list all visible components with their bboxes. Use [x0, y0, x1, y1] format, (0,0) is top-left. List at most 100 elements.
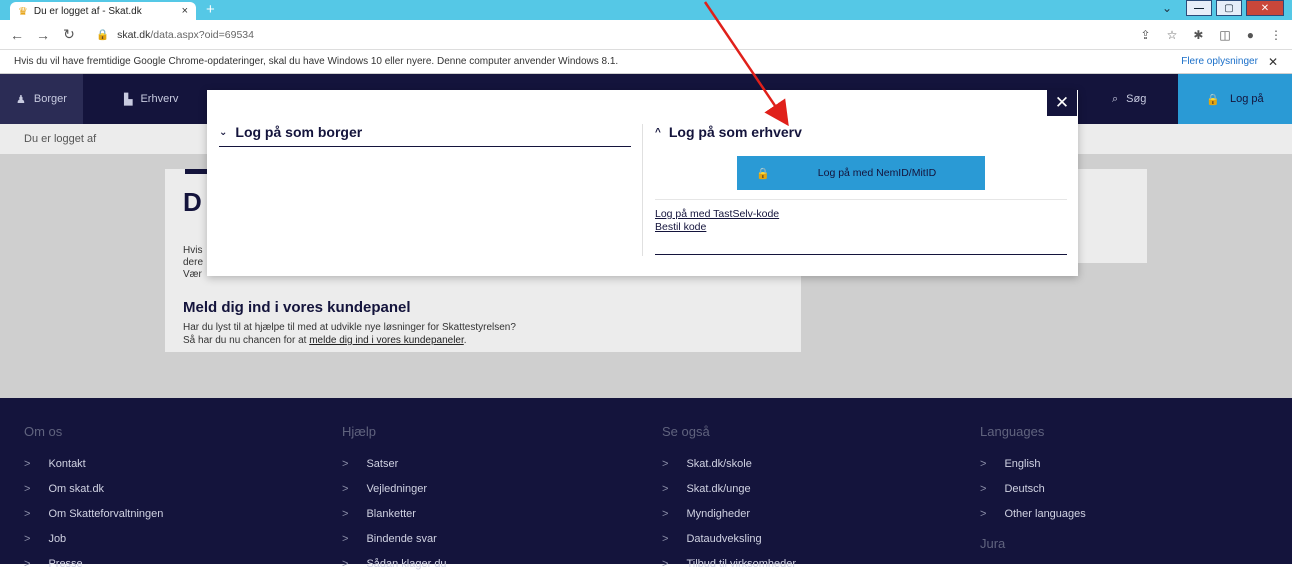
tab-search-chevron-icon[interactable]: ⌄ — [1162, 1, 1172, 15]
minimize-button[interactable]: — — [1186, 0, 1212, 16]
borger-title: Log på som borger — [235, 124, 363, 140]
tab-close-button[interactable]: × — [182, 5, 188, 17]
footer-link[interactable]: > Myndigheder — [662, 501, 796, 526]
footer-link[interactable]: > Satser — [342, 451, 447, 476]
back-icon[interactable]: ← — [10, 27, 24, 43]
footer-link[interactable]: > Kontakt — [24, 451, 163, 476]
browser-tab-bar: ♛ Du er logget af - Skat.dk × + ⌄ — ▢ ✕ — [0, 0, 1292, 20]
footer-link-label: Other languages — [1004, 507, 1086, 520]
maximize-button[interactable]: ▢ — [1216, 0, 1242, 16]
footer-link[interactable]: > Dataudveksling — [662, 526, 796, 551]
chevron-right-icon: > — [980, 457, 987, 470]
padlock-icon: 🔒 — [756, 167, 770, 180]
footer-link[interactable]: > Deutsch — [980, 476, 1086, 501]
share-icon[interactable]: ⇪ — [1141, 28, 1151, 42]
nav-login-button[interactable]: 🔒 Log på — [1178, 74, 1292, 124]
footer-link[interactable]: > Bindende svar — [342, 526, 447, 551]
new-tab-button[interactable]: + — [206, 2, 215, 18]
card-text-line: Hvis — [183, 245, 203, 256]
panel-signup-link[interactable]: melde dig ind i vores kundepaneler — [309, 335, 464, 346]
browser-tab[interactable]: ♛ Du er logget af - Skat.dk × — [10, 2, 196, 20]
skat-crown-icon: ♛ — [18, 5, 28, 18]
extensions-icon[interactable]: ✱ — [1193, 28, 1203, 42]
login-modal: ✕ ⌄ Log på som borger ^ Log på som erhve… — [207, 90, 1078, 276]
nav-erhverv[interactable]: ▙ Erhverv — [124, 74, 178, 124]
footer-link-label: Dataudveksling — [686, 532, 762, 545]
borger-section: ⌄ Log på som borger — [219, 124, 631, 147]
erhverv-links: Log på med TastSelv-kode Bestil kode — [655, 208, 779, 234]
footer-link-label: Myndigheder — [686, 507, 751, 520]
chevron-right-icon: > — [342, 482, 349, 495]
chevron-right-icon: > — [24, 482, 31, 495]
padlock-icon: 🔒 — [1206, 93, 1221, 106]
bookmark-star-icon[interactable]: ☆ — [1167, 28, 1178, 42]
nav-search[interactable]: ⌕ Søg — [1112, 74, 1146, 124]
card-heading: D — [183, 187, 202, 217]
footer-link[interactable]: > English — [980, 451, 1086, 476]
chrome-update-infobar: Hvis du vil have fremtidige Google Chrom… — [0, 50, 1292, 74]
footer-link-label: Blanketter — [366, 507, 416, 520]
chevron-right-icon: > — [342, 457, 349, 470]
nav-borger[interactable]: ♟ Borger — [0, 74, 83, 124]
person-icon: ♟ — [16, 93, 26, 106]
panel-text-suffix: . — [463, 335, 467, 346]
modal-divider — [642, 124, 643, 256]
erhverv-accordion-header[interactable]: ^ Log på som erhverv — [655, 124, 1067, 146]
footer-link-label: Job — [48, 532, 67, 545]
footer-link-label: Bindende svar — [366, 532, 437, 545]
sidepanel-icon[interactable]: ◫ — [1219, 28, 1230, 42]
modal-close-button[interactable]: ✕ — [1047, 90, 1077, 116]
reload-icon[interactable]: ↻ — [62, 26, 76, 43]
logged-out-text: Du er logget af — [24, 133, 97, 145]
footer-heading: Se også — [662, 424, 710, 439]
footer-heading: Hjælp — [342, 424, 376, 439]
footer-link-label: Om Skatteforvaltningen — [48, 507, 164, 520]
chevron-right-icon: > — [662, 507, 669, 520]
panel-text-link-line: Så har du nu chancen for at melde dig in… — [183, 335, 467, 346]
forward-icon[interactable]: → — [36, 27, 50, 43]
footer-link[interactable]: > Om Skatteforvaltningen — [24, 501, 163, 526]
footer-link[interactable]: > Vejledninger — [342, 476, 447, 501]
url-field[interactable]: 🔒 skat.dk/data.aspx?oid=69534 — [96, 28, 254, 42]
lock-icon[interactable]: 🔒 — [96, 28, 109, 41]
url-path: /data.aspx?oid=69534 — [150, 28, 254, 41]
separator — [655, 199, 1067, 200]
footer-link[interactable]: > Skat.dk/unge — [662, 476, 796, 501]
chevron-right-icon: > — [662, 482, 669, 495]
nemid-login-label: Log på med NemID/MitID — [817, 167, 937, 179]
address-bar: ← → ↻ 🔒 skat.dk/data.aspx?oid=69534 ⇪ ☆ … — [0, 20, 1292, 50]
infobar-close-button[interactable]: ✕ — [1268, 55, 1278, 69]
footer-link[interactable]: > Skat.dk/skole — [662, 451, 796, 476]
nemid-login-button[interactable]: 🔒 Log på med NemID/MitID — [737, 156, 985, 190]
panel-heading: Meld dig ind i vores kundepanel — [183, 299, 411, 316]
window-close-button[interactable]: ✕ — [1246, 0, 1284, 16]
card-text-line: dere — [183, 257, 204, 268]
erhverv-section: ^ Log på som erhverv 🔒 Log på med NemID/… — [655, 124, 1067, 255]
menu-icon[interactable]: ⋮ — [1270, 28, 1282, 42]
order-code-link[interactable]: Bestil kode — [655, 221, 779, 234]
chevron-right-icon: > — [662, 457, 669, 470]
infobar-more-link[interactable]: Flere oplysninger — [1181, 56, 1258, 67]
tastselv-login-link[interactable]: Log på med TastSelv-kode — [655, 208, 779, 221]
footer-link[interactable]: > Other languages — [980, 501, 1086, 526]
url-host: skat.dk — [117, 28, 151, 41]
toolbar-icons: ⇪ ☆ ✱ ◫ ● ⋮ — [1141, 28, 1282, 42]
factory-icon: ▙ — [124, 93, 133, 106]
infobar-message: Hvis du vil have fremtidige Google Chrom… — [14, 56, 619, 67]
footer-heading: Jura — [980, 536, 1006, 551]
profile-icon[interactable]: ● — [1247, 28, 1254, 42]
card-text-line: Vær — [183, 269, 202, 280]
nav-erhverv-label: Erhverv — [140, 93, 179, 105]
erhverv-title: Log på som erhverv — [668, 124, 802, 140]
footer-heading: Languages — [980, 424, 1045, 439]
chevron-right-icon: > — [342, 532, 349, 545]
borger-accordion-header[interactable]: ⌄ Log på som borger — [219, 124, 631, 147]
footer-link[interactable]: > Om skat.dk — [24, 476, 163, 501]
window-controls: ⌄ — ▢ ✕ — [1162, 0, 1284, 16]
footer-link[interactable]: > Job — [24, 526, 163, 551]
tab-title: Du er logget af - Skat.dk — [33, 5, 142, 17]
footer-link-label: Skat.dk/unge — [686, 482, 751, 495]
chevron-right-icon: > — [24, 507, 31, 520]
footer-link-label: Vejledninger — [366, 482, 427, 495]
footer-link[interactable]: > Blanketter — [342, 501, 447, 526]
